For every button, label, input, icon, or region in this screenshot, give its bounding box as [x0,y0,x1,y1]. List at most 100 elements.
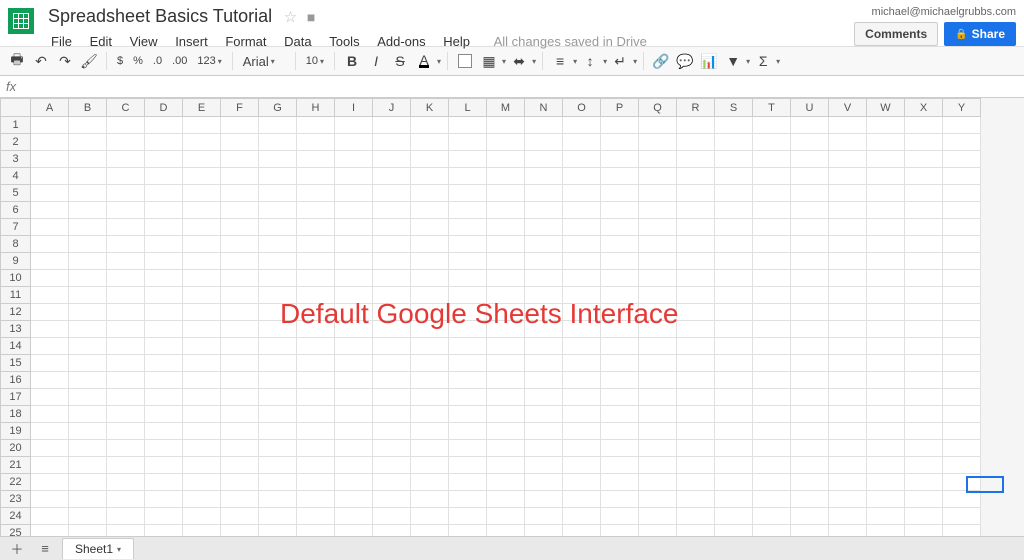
cell-P22[interactable] [601,474,639,491]
cell-U16[interactable] [791,372,829,389]
cell-J20[interactable] [373,440,411,457]
row-header-9[interactable]: 9 [1,253,31,270]
cell-S9[interactable] [715,253,753,270]
cell-L19[interactable] [449,423,487,440]
row-header-16[interactable]: 16 [1,372,31,389]
cell-J17[interactable] [373,389,411,406]
cell-S7[interactable] [715,219,753,236]
cell-G20[interactable] [259,440,297,457]
cell-V18[interactable] [829,406,867,423]
cell-T18[interactable] [753,406,791,423]
cell-O21[interactable] [563,457,601,474]
cell-T19[interactable] [753,423,791,440]
cell-D14[interactable] [145,338,183,355]
cell-E20[interactable] [183,440,221,457]
cell-P20[interactable] [601,440,639,457]
undo-icon[interactable]: ↶ [30,50,52,72]
cell-T17[interactable] [753,389,791,406]
cell-U19[interactable] [791,423,829,440]
cell-R19[interactable] [677,423,715,440]
cell-O5[interactable] [563,185,601,202]
cell-M14[interactable] [487,338,525,355]
menu-help[interactable]: Help [436,31,477,52]
cell-T12[interactable] [753,304,791,321]
cell-C22[interactable] [107,474,145,491]
cell-E5[interactable] [183,185,221,202]
cell-D13[interactable] [145,321,183,338]
cell-M12[interactable] [487,304,525,321]
cell-N16[interactable] [525,372,563,389]
cell-Q16[interactable] [639,372,677,389]
cell-T4[interactable] [753,168,791,185]
cell-E4[interactable] [183,168,221,185]
more-formats-button[interactable]: 123 ▾ [193,55,225,67]
cell-N18[interactable] [525,406,563,423]
cell-E2[interactable] [183,134,221,151]
borders-button[interactable]: ▦ [478,50,500,72]
cell-I2[interactable] [335,134,373,151]
cell-W10[interactable] [867,270,905,287]
column-header-W[interactable]: W [867,99,905,117]
cell-D1[interactable] [145,117,183,134]
cell-V11[interactable] [829,287,867,304]
cell-Q4[interactable] [639,168,677,185]
cell-D7[interactable] [145,219,183,236]
cell-V10[interactable] [829,270,867,287]
cell-R8[interactable] [677,236,715,253]
cell-Y22[interactable] [943,474,981,491]
cell-M15[interactable] [487,355,525,372]
cell-S16[interactable] [715,372,753,389]
cell-N6[interactable] [525,202,563,219]
cell-B11[interactable] [69,287,107,304]
decrease-decimal-button[interactable]: .0 [149,55,166,67]
cell-Q12[interactable] [639,304,677,321]
cell-C7[interactable] [107,219,145,236]
cell-Y1[interactable] [943,117,981,134]
cell-J24[interactable] [373,508,411,525]
cell-V24[interactable] [829,508,867,525]
h-align-button[interactable]: ≡ [549,50,571,72]
cell-P19[interactable] [601,423,639,440]
cell-G15[interactable] [259,355,297,372]
cell-E7[interactable] [183,219,221,236]
cell-T7[interactable] [753,219,791,236]
cell-Y24[interactable] [943,508,981,525]
cell-D19[interactable] [145,423,183,440]
cell-C21[interactable] [107,457,145,474]
cell-R7[interactable] [677,219,715,236]
cell-X19[interactable] [905,423,943,440]
cell-I3[interactable] [335,151,373,168]
cell-R22[interactable] [677,474,715,491]
cell-K20[interactable] [411,440,449,457]
cell-C23[interactable] [107,491,145,508]
cell-I12[interactable] [335,304,373,321]
cell-P23[interactable] [601,491,639,508]
cell-M18[interactable] [487,406,525,423]
cell-N11[interactable] [525,287,563,304]
cell-I8[interactable] [335,236,373,253]
cell-Q8[interactable] [639,236,677,253]
chevron-down-icon[interactable]: ▾ [776,57,780,66]
column-header-A[interactable]: A [31,99,69,117]
column-header-J[interactable]: J [373,99,411,117]
cell-Q18[interactable] [639,406,677,423]
cell-E9[interactable] [183,253,221,270]
cell-V7[interactable] [829,219,867,236]
cell-A10[interactable] [31,270,69,287]
cell-T9[interactable] [753,253,791,270]
cell-J22[interactable] [373,474,411,491]
cell-Y17[interactable] [943,389,981,406]
cell-P25[interactable] [601,525,639,537]
cell-E22[interactable] [183,474,221,491]
cell-J6[interactable] [373,202,411,219]
cell-N3[interactable] [525,151,563,168]
cell-G4[interactable] [259,168,297,185]
cell-W7[interactable] [867,219,905,236]
row-header-3[interactable]: 3 [1,151,31,168]
cell-L13[interactable] [449,321,487,338]
cell-C4[interactable] [107,168,145,185]
cell-D23[interactable] [145,491,183,508]
row-header-8[interactable]: 8 [1,236,31,253]
cell-B17[interactable] [69,389,107,406]
cell-G22[interactable] [259,474,297,491]
